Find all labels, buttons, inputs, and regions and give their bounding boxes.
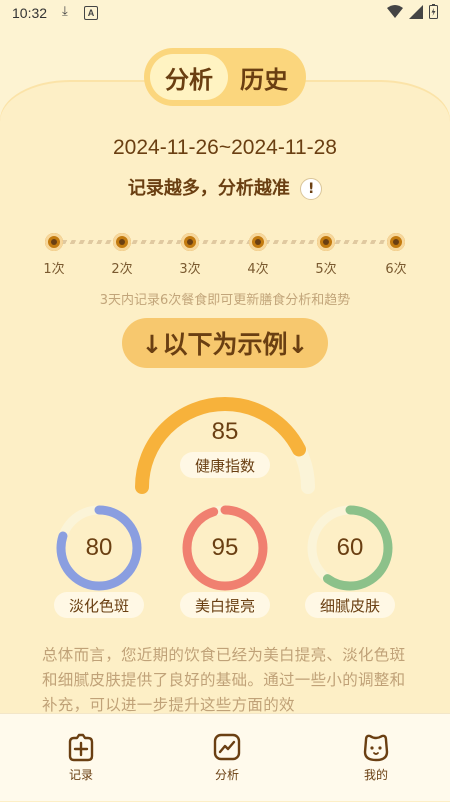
battery-icon xyxy=(429,4,438,19)
date-range: 2024-11-26~2024-11-28 xyxy=(113,136,337,159)
health-score: 85 xyxy=(211,418,239,445)
step-dot xyxy=(181,233,199,251)
nav-label: 我的 xyxy=(363,768,388,782)
bear-face-icon xyxy=(363,734,389,762)
metric-value: 80 xyxy=(85,534,113,561)
bottom-nav: 记录 分析 我的 xyxy=(0,713,450,801)
step-dot xyxy=(113,233,131,251)
example-banner: ↓以下为示例↓ xyxy=(122,318,328,368)
step-dot xyxy=(387,233,405,251)
metric-label: 美白提亮 xyxy=(180,592,270,618)
step-label: 6次 xyxy=(385,262,407,277)
tab-analysis[interactable]: 分析 xyxy=(150,54,228,100)
wifi-icon xyxy=(387,4,403,18)
add-record-icon xyxy=(68,733,94,762)
metric-label: 淡化色斑 xyxy=(54,592,144,618)
trend-chart-icon xyxy=(213,733,241,761)
notification-a-icon: A xyxy=(84,6,98,20)
nav-label: 分析 xyxy=(214,768,239,782)
download-icon: ⤓ xyxy=(62,4,68,19)
step-label: 4次 xyxy=(247,262,269,277)
status-time: 10:32 xyxy=(12,5,48,21)
metric-label: 细腻皮肤 xyxy=(305,592,395,618)
tab-switcher: 分析 历史 xyxy=(144,48,306,106)
step-label: 1次 xyxy=(43,262,65,277)
info-icon[interactable]: ! xyxy=(300,178,323,200)
step-dot xyxy=(317,233,335,251)
step-dot xyxy=(45,233,63,251)
step-label: 5次 xyxy=(315,262,337,277)
nav-profile[interactable]: 我的 xyxy=(341,730,411,783)
slogan-text: 记录越多，分析越准 xyxy=(127,178,290,199)
metric-value: 60 xyxy=(336,534,364,561)
signal-icon xyxy=(409,4,423,19)
summary-text: 总体而言，您近期的饮食已经为美白提亮、淡化色斑和细腻皮肤提供了良好的基础。通过一… xyxy=(42,646,406,714)
record-progress: 1次 2次 3次 4次 5次 6次 xyxy=(40,228,412,288)
metric-value: 95 xyxy=(211,534,239,561)
nav-analysis[interactable]: 分析 xyxy=(192,728,262,786)
progress-track xyxy=(54,240,396,244)
step-label: 3次 xyxy=(179,262,201,277)
step-label: 2次 xyxy=(111,262,133,277)
tab-history[interactable]: 历史 xyxy=(228,54,300,100)
slogan: 记录越多，分析越准 ! xyxy=(0,174,450,200)
nav-label: 记录 xyxy=(68,768,93,782)
health-label: 健康指数 xyxy=(180,452,270,478)
nav-record[interactable]: 记录 xyxy=(46,730,116,783)
step-dot xyxy=(249,233,267,251)
record-hint: 3天内记录6次餐食即可更新膳食分析和趋势 xyxy=(99,293,351,308)
status-bar: 10:32 ⤓ A xyxy=(0,0,450,28)
